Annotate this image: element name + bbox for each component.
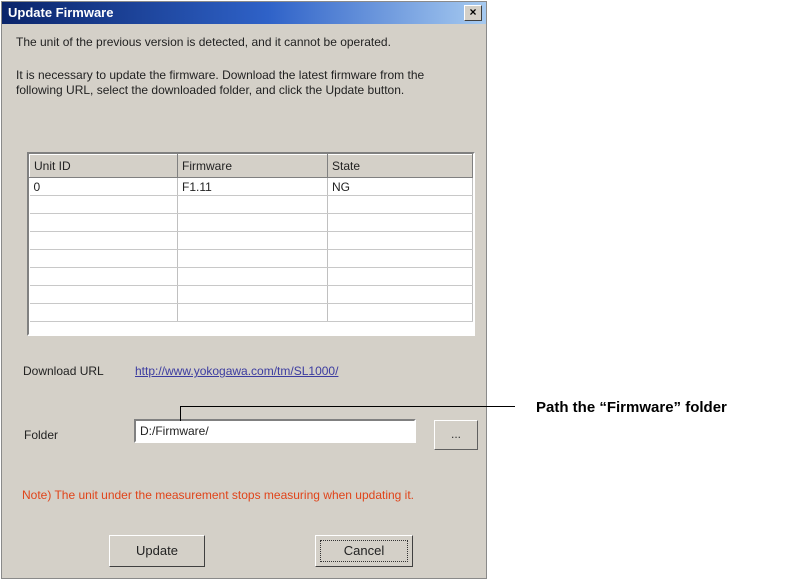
table-row[interactable] [29, 267, 473, 286]
dialog-title: Update Firmware [8, 5, 114, 20]
cell-firmware [177, 231, 328, 250]
version-detected-message: The unit of the previous version is dete… [16, 35, 391, 49]
unit-table[interactable]: Unit ID Firmware State 0 F1.11 NG [27, 152, 475, 336]
cell-firmware [177, 303, 328, 322]
close-button[interactable]: × [464, 5, 482, 21]
cell-state [327, 213, 473, 232]
cell-firmware [177, 195, 328, 214]
column-header-unit-id[interactable]: Unit ID [29, 154, 178, 178]
cancel-button-label: Cancel [320, 540, 408, 562]
table-row[interactable] [29, 231, 473, 250]
cell-state [327, 249, 473, 268]
cell-firmware [177, 249, 328, 268]
cell-state [327, 285, 473, 304]
dialog-titlebar[interactable]: Update Firmware × [2, 2, 486, 24]
cell-state [327, 303, 473, 322]
cell-unit-id [29, 267, 178, 286]
update-instruction-message: It is necessary to update the firmware. … [16, 68, 425, 97]
cell-unit-id [29, 195, 178, 214]
cell-firmware [177, 213, 328, 232]
table-row[interactable] [29, 249, 473, 268]
column-header-firmware[interactable]: Firmware [177, 154, 328, 178]
cell-state [327, 195, 473, 214]
table-row[interactable] [29, 213, 473, 232]
folder-label: Folder [24, 428, 59, 442]
measurement-note: Note) The unit under the measurement sto… [22, 488, 415, 502]
table-row[interactable] [29, 285, 473, 304]
table-header-row: Unit ID Firmware State [29, 154, 473, 178]
cell-unit-id [29, 231, 178, 250]
cell-unit-id [29, 303, 178, 322]
update-button[interactable]: Update [109, 535, 205, 567]
cell-state: NG [327, 177, 473, 196]
table-row[interactable] [29, 195, 473, 214]
browse-folder-button[interactable]: ... [434, 420, 478, 450]
cancel-button[interactable]: Cancel [315, 535, 413, 567]
close-icon: × [469, 5, 477, 19]
cell-firmware: F1.11 [177, 177, 328, 196]
column-header-state[interactable]: State [327, 154, 473, 178]
cell-unit-id: 0 [29, 177, 178, 196]
cell-state [327, 267, 473, 286]
table-row[interactable] [29, 303, 473, 322]
update-firmware-dialog: Update Firmware × The unit of the previo… [1, 1, 487, 579]
callout-leader-line [180, 406, 515, 407]
cell-firmware [177, 285, 328, 304]
callout-annotation: Path the “Firmware” folder [536, 399, 727, 416]
callout-leader-tick [180, 406, 181, 421]
cell-unit-id [29, 249, 178, 268]
cell-unit-id [29, 213, 178, 232]
cell-unit-id [29, 285, 178, 304]
cell-state [327, 231, 473, 250]
table-row[interactable]: 0 F1.11 NG [29, 177, 473, 196]
folder-path-input[interactable] [134, 419, 416, 443]
cell-firmware [177, 267, 328, 286]
download-url-label: Download URL [23, 364, 104, 378]
download-url-link[interactable]: http://www.yokogawa.com/tm/SL1000/ [135, 364, 338, 378]
